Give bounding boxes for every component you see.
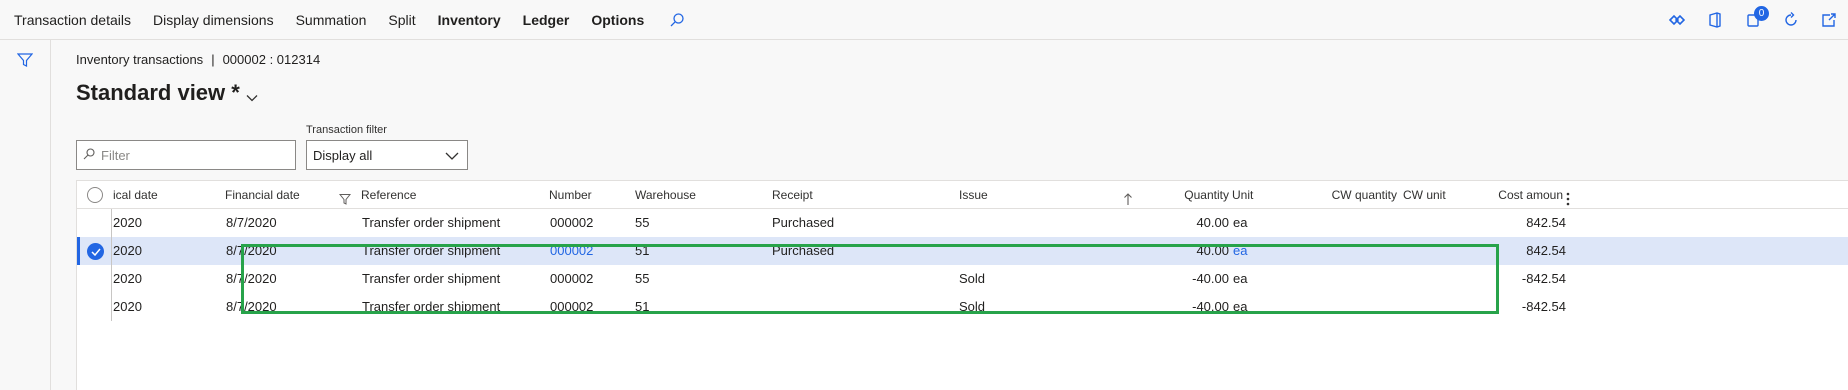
table-row[interactable]: 2020 8/7/2020 Transfer order shipment 00… — [77, 265, 1848, 293]
cell-unit: ea — [1233, 299, 1248, 314]
open-new-window-icon[interactable] — [1810, 0, 1848, 40]
cell-quantity: -40.00 — [1192, 299, 1229, 314]
transactions-grid: ical date Financial date Reference Numbe… — [76, 180, 1848, 390]
transaction-filter-label: Transaction filter — [306, 124, 387, 136]
cell-physical-date: 2020 — [113, 215, 142, 230]
main-content: Inventory transactions | 000002 : 012314 S… — [52, 41, 1848, 390]
page-title: Standard view * — [76, 80, 240, 105]
cell-number[interactable]: 000002 — [550, 265, 630, 293]
transaction-filter-value: Display all — [313, 147, 373, 163]
tab-summation[interactable]: Summation — [285, 0, 378, 40]
column-header-warehouse[interactable]: Warehouse — [635, 181, 755, 209]
cell-warehouse: 51 — [635, 299, 650, 314]
action-pane: Transaction details Display dimensions S… — [0, 0, 1848, 40]
column-header-issue[interactable]: Issue — [959, 181, 1079, 209]
row-selected-checkmark-icon[interactable] — [87, 243, 104, 260]
column-header-unit[interactable]: Unit — [1232, 181, 1292, 209]
cell-physical-date: 2020 — [113, 243, 142, 258]
table-row[interactable]: 2020 8/7/2020 Transfer order shipment 00… — [77, 209, 1848, 237]
cell-number[interactable]: 000002 — [550, 293, 630, 321]
view-selector[interactable]: Standard view * — [76, 78, 258, 108]
column-header-cw-unit[interactable]: CW unit — [1403, 181, 1483, 209]
office-icon[interactable] — [1696, 0, 1734, 40]
cell-physical-date: 2020 — [113, 299, 142, 314]
cell-receipt: Purchased — [772, 215, 835, 230]
grid-header: ical date Financial date Reference Numbe… — [77, 181, 1848, 209]
cell-cost-amount: 842.54 — [1526, 243, 1566, 258]
notifications-icon[interactable]: 0 — [1734, 0, 1772, 40]
cell-reference: Transfer order shipment — [362, 215, 501, 230]
cell-receipt: Purchased — [772, 243, 835, 258]
column-header-cost-amount[interactable]: Cost amoun — [1477, 181, 1563, 209]
cell-reference: Transfer order shipment — [362, 299, 501, 314]
cell-financial-date: 8/7/2020 — [226, 243, 277, 258]
column-header-physical-date[interactable]: ical date — [113, 181, 193, 209]
notification-count-badge: 0 — [1754, 6, 1769, 21]
cell-cost-amount: 842.54 — [1526, 215, 1566, 230]
cell-number-link[interactable]: 000002 — [550, 237, 630, 265]
cell-cost-amount: -842.54 — [1521, 271, 1566, 286]
tab-inventory[interactable]: Inventory — [427, 0, 512, 40]
column-header-reference[interactable]: Reference — [361, 181, 541, 209]
table-row[interactable]: 2020 8/7/2020 Transfer order shipment 00… — [77, 293, 1848, 321]
breadcrumb-separator: | — [211, 52, 215, 67]
chevron-down-icon — [445, 149, 459, 164]
cell-financial-date: 8/7/2020 — [226, 299, 277, 314]
refresh-icon[interactable] — [1772, 0, 1810, 40]
cell-financial-date: 8/7/2020 — [226, 271, 277, 286]
cell-reference: Transfer order shipment — [362, 271, 501, 286]
cell-warehouse: 55 — [635, 271, 650, 286]
cell-cost-amount: -842.54 — [1521, 299, 1566, 314]
cell-unit[interactable]: ea — [1233, 237, 1283, 265]
breadcrumb-section[interactable]: Inventory transactions — [76, 52, 203, 67]
cell-financial-date: 8/7/2020 — [226, 215, 277, 230]
select-all-checkbox[interactable] — [87, 187, 103, 203]
cell-number[interactable]: 000002 — [550, 209, 630, 237]
cell-warehouse: 55 — [635, 215, 650, 230]
tab-options[interactable]: Options — [580, 0, 655, 40]
transaction-filter-select[interactable]: Display all — [306, 140, 468, 170]
cell-unit: ea — [1233, 215, 1248, 230]
column-header-number[interactable]: Number — [549, 181, 629, 209]
column-header-financial-date[interactable]: Financial date — [225, 181, 335, 209]
action-pane-right-icons: 0 — [1658, 0, 1848, 40]
frozen-column-divider — [111, 209, 112, 321]
cell-issue: Sold — [959, 271, 986, 286]
breadcrumb-record: 000002 : 012314 — [222, 52, 321, 67]
table-row-selected[interactable]: 2020 8/7/2020 Transfer order shipment 00… — [77, 237, 1848, 265]
tab-ledger[interactable]: Ledger — [512, 0, 581, 40]
cell-quantity: 40.00 — [1196, 243, 1229, 258]
column-header-quantity[interactable]: Quantity — [1159, 181, 1229, 209]
search-icon — [83, 147, 95, 163]
column-header-cw-quantity[interactable]: CW quantity — [1307, 181, 1397, 209]
diamond-arrows-icon[interactable] — [1658, 0, 1696, 40]
breadcrumb: Inventory transactions | 000002 : 012314 — [76, 52, 320, 67]
cell-warehouse: 51 — [635, 243, 650, 258]
tab-transaction-details[interactable]: Transaction details — [0, 0, 142, 40]
cell-issue: Sold — [959, 299, 986, 314]
cell-quantity: 40.00 — [1196, 215, 1229, 230]
column-header-receipt[interactable]: Receipt — [772, 181, 922, 209]
left-rail — [0, 40, 51, 390]
cell-quantity: -40.00 — [1192, 271, 1229, 286]
cell-reference: Transfer order shipment — [362, 243, 501, 258]
chevron-down-icon[interactable] — [246, 82, 258, 108]
selection-indicator — [77, 237, 80, 265]
search-icon[interactable] — [667, 10, 687, 30]
cell-physical-date: 2020 — [113, 271, 142, 286]
tab-split[interactable]: Split — [377, 0, 426, 40]
filter-icon[interactable] — [16, 52, 34, 71]
filter-field[interactable] — [76, 140, 296, 170]
tab-display-dimensions[interactable]: Display dimensions — [142, 0, 285, 40]
cell-unit: ea — [1233, 271, 1248, 286]
filter-input[interactable] — [101, 147, 281, 163]
